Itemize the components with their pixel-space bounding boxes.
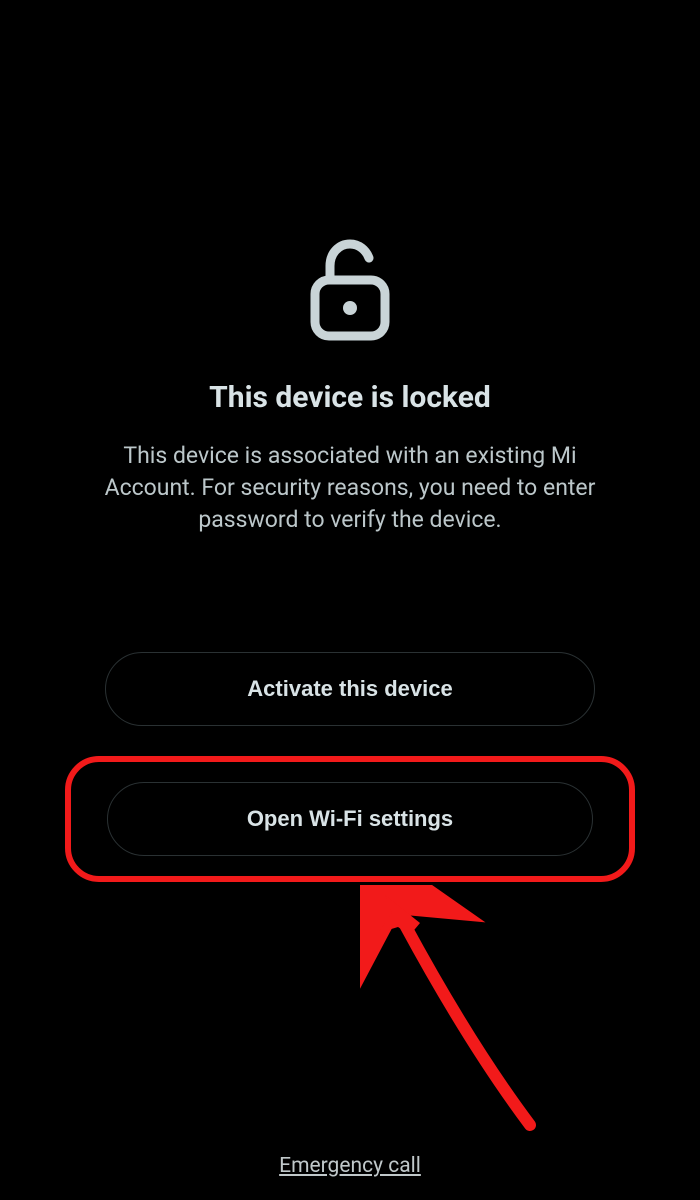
annotation-arrow-icon	[360, 885, 580, 1145]
annotation-highlight: Open Wi-Fi settings	[65, 756, 635, 882]
open-wifi-settings-button[interactable]: Open Wi-Fi settings	[107, 782, 593, 856]
unlock-icon	[300, 230, 400, 350]
lock-description: This device is associated with an existi…	[50, 440, 650, 537]
button-area: Activate this device Open Wi-Fi settings	[0, 652, 700, 882]
emergency-call-link[interactable]: Emergency call	[279, 1154, 421, 1178]
activate-device-button[interactable]: Activate this device	[105, 652, 595, 726]
lock-screen-container: This device is locked This device is ass…	[0, 0, 700, 882]
lock-title: This device is locked	[209, 380, 491, 415]
